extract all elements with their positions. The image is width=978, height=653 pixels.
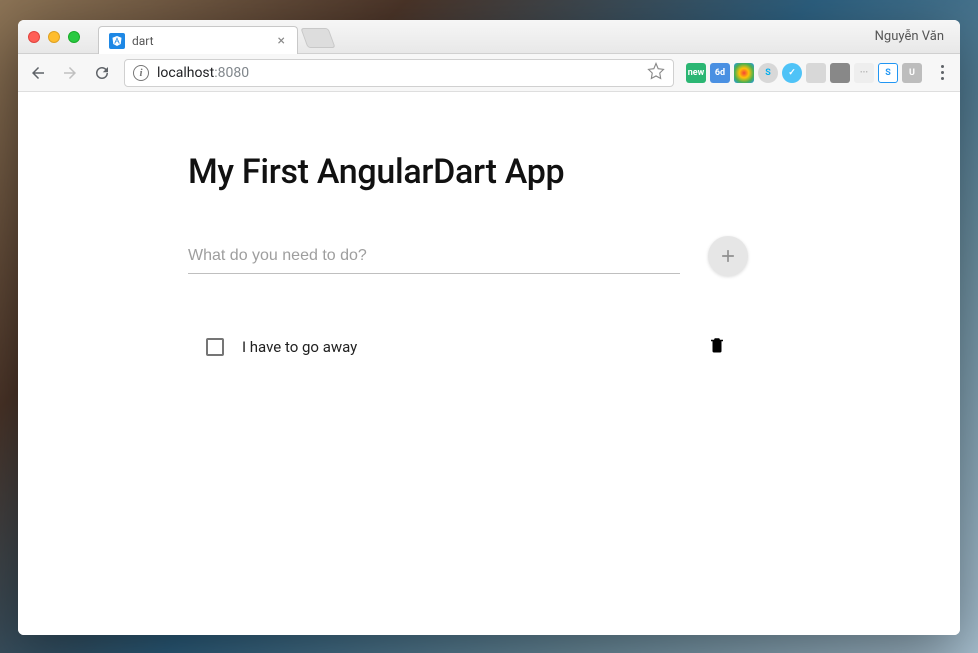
- trash-icon: [708, 336, 726, 354]
- browser-menu-button[interactable]: [930, 65, 954, 80]
- app-container: My First AngularDart App I have to go aw…: [188, 152, 748, 369]
- site-info-icon[interactable]: i: [133, 65, 149, 81]
- extensions-area: new 6d S ✓ ··· S U: [682, 63, 926, 83]
- titlebar: dart × Nguyễn Văn: [18, 20, 960, 54]
- address-bar[interactable]: i localhost:8080: [124, 59, 674, 87]
- tab-title: dart: [132, 34, 154, 48]
- skype-icon[interactable]: S: [758, 63, 778, 83]
- extension-icon[interactable]: S: [878, 63, 898, 83]
- extension-icon[interactable]: ···: [854, 63, 874, 83]
- window-maximize-button[interactable]: [68, 31, 80, 43]
- window-minimize-button[interactable]: [48, 31, 60, 43]
- page-content: My First AngularDart App I have to go aw…: [18, 92, 960, 635]
- new-todo-row: [188, 236, 748, 276]
- browser-toolbar: i localhost:8080 new 6d S ✓ ··· S U: [18, 54, 960, 92]
- tab-strip: dart ×: [98, 20, 875, 53]
- browser-tab[interactable]: dart ×: [98, 26, 298, 54]
- profile-name[interactable]: Nguyễn Văn: [875, 29, 950, 44]
- extension-icon[interactable]: U: [902, 63, 922, 83]
- new-todo-input[interactable]: [188, 239, 680, 274]
- delete-todo-button[interactable]: [704, 332, 730, 361]
- new-tab-button[interactable]: [300, 28, 335, 48]
- todo-list: I have to go away: [188, 324, 748, 369]
- tab-close-button[interactable]: ×: [276, 33, 287, 49]
- back-button[interactable]: [24, 59, 52, 87]
- page-title: My First AngularDart App: [188, 152, 748, 192]
- extension-icon[interactable]: ✓: [782, 63, 802, 83]
- plus-icon: [718, 246, 738, 266]
- todo-item: I have to go away: [206, 324, 740, 369]
- extension-icon[interactable]: 6d: [710, 63, 730, 83]
- window-close-button[interactable]: [28, 31, 40, 43]
- extension-icon[interactable]: [806, 63, 826, 83]
- angular-favicon-icon: [109, 33, 125, 49]
- url-host: localhost:8080: [157, 65, 249, 81]
- extension-icon[interactable]: [734, 63, 754, 83]
- todo-text: I have to go away: [242, 338, 686, 356]
- forward-button[interactable]: [56, 59, 84, 87]
- add-todo-button[interactable]: [708, 236, 748, 276]
- bookmark-star-icon[interactable]: [647, 62, 665, 84]
- traffic-lights: [28, 31, 80, 43]
- browser-window: dart × Nguyễn Văn i localhost:8080 new 6…: [18, 20, 960, 635]
- todo-checkbox[interactable]: [206, 338, 224, 356]
- extension-icon[interactable]: new: [686, 63, 706, 83]
- extension-icon[interactable]: [830, 63, 850, 83]
- reload-button[interactable]: [88, 59, 116, 87]
